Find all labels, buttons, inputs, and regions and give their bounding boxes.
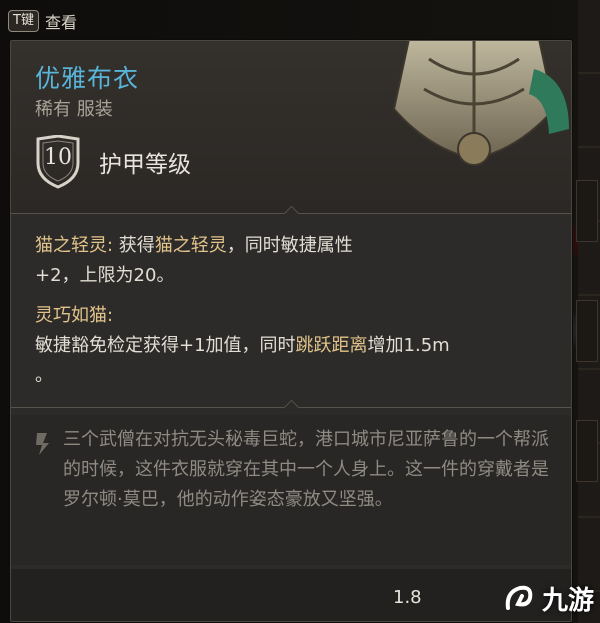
inventory-slot[interactable] xyxy=(576,420,598,482)
effect-keyword[interactable]: 猫之轻灵 xyxy=(155,235,227,256)
inventory-slot[interactable] xyxy=(576,300,598,362)
item-art-icon xyxy=(392,41,569,166)
effect-text: 获得 xyxy=(113,235,155,256)
tooltip-footer: 1.8 xyxy=(11,569,571,621)
item-rarity-type: 稀有 服装 xyxy=(35,99,113,120)
effect-keyword[interactable]: 跳跃距离 xyxy=(296,335,368,356)
effect-text: ，同时敏捷属性 xyxy=(226,235,353,256)
item-effects: 猫之轻灵: 获得猫之轻灵，同时敏捷属性 +2，上限为20。 灵巧如猫: 敏捷豁免… xyxy=(35,231,555,401)
effect-title: 猫之轻灵: xyxy=(35,235,114,256)
effect-cat-grace: 猫之轻灵: 获得猫之轻灵，同时敏捷属性 +2，上限为20。 xyxy=(35,231,555,291)
inventory-slot[interactable] xyxy=(576,180,598,242)
inspect-hotkey-hint[interactable]: T键 查看 xyxy=(8,8,77,34)
hotkey-label: 查看 xyxy=(44,13,77,32)
watermark: 九游 xyxy=(502,580,594,617)
scroll-icon xyxy=(36,433,49,455)
item-name: 优雅布衣 xyxy=(35,64,140,93)
item-tooltip: 优雅布衣 稀有 服装 10 护甲等级 猫之轻灵: 获得猫之轻灵，同时敏捷属性 +… xyxy=(10,40,572,622)
armor-class-block: 10 护甲等级 xyxy=(35,134,191,189)
armor-label: 护甲等级 xyxy=(99,152,191,178)
effect-text: +2，上限为20。 xyxy=(35,265,175,286)
lore-section: 三个武僧在对抗无头秘毒巨蛇，港口城市尼亚萨鲁的一个帮派的时候，这件衣服就穿在其中… xyxy=(11,415,571,565)
armor-value: 10 xyxy=(44,145,72,170)
hotkey-badge: T键 xyxy=(8,10,39,32)
item-weight: 1.8 xyxy=(393,587,422,608)
effect-text: 增加1.5m xyxy=(367,335,450,356)
tooltip-header: 优雅布衣 稀有 服装 10 护甲等级 xyxy=(11,41,571,213)
watermark-logo-icon xyxy=(505,585,533,610)
effect-feline-agility: 灵巧如猫: 敏捷豁免检定获得+1加值，同时跳跃距离增加1.5m 。 xyxy=(35,301,555,391)
divider-notch xyxy=(283,399,300,416)
armor-shield: 10 xyxy=(35,134,81,189)
watermark-text: 九游 xyxy=(541,586,594,616)
lore-text: 三个武僧在对抗无头秘毒巨蛇，港口城市尼亚萨鲁的一个帮派的时候，这件衣服就穿在其中… xyxy=(63,429,549,510)
effect-text: 敏捷豁免检定获得+1加值，同时 xyxy=(35,335,296,356)
effect-text: 。 xyxy=(35,365,53,386)
effect-title: 灵巧如猫: xyxy=(35,305,114,326)
